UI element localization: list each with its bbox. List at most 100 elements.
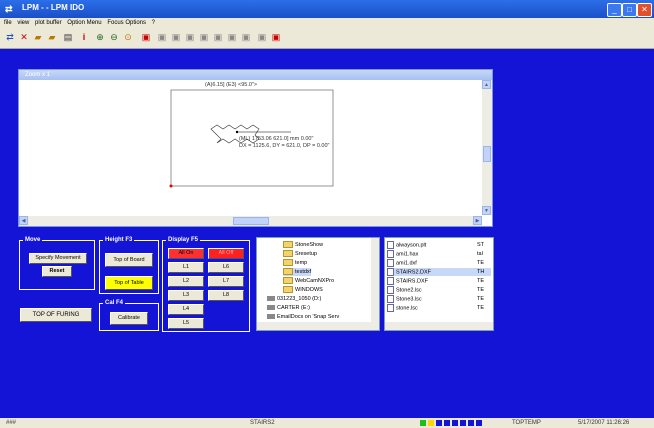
close-button[interactable]: ✕	[637, 3, 652, 17]
layer-8-icon[interactable]: ▣	[256, 31, 268, 43]
arrows-icon[interactable]: ⇄	[4, 31, 16, 43]
layer-7-icon[interactable]: ▣	[240, 31, 252, 43]
status-indicator-green	[420, 420, 426, 426]
tree-item[interactable]: temp	[283, 259, 307, 267]
tree-horizontal-scrollbar[interactable]	[257, 322, 379, 330]
menu-bar: file view plot buffer Option Menu Focus …	[0, 18, 654, 28]
file-item[interactable]: stone.lsc TE	[387, 304, 491, 312]
save-folder-icon[interactable]: ▰	[46, 31, 58, 43]
file-item[interactable]: STAIRS.DXF TE	[387, 277, 491, 285]
file-item[interactable]: ami1.hax tal	[387, 250, 491, 258]
vertical-scrollbar[interactable]: ▲ ▼	[482, 80, 492, 215]
zoom-window[interactable]: Zoom x 1 (A)6.15] (E3) <95.0"> (ML) 1753…	[18, 69, 493, 227]
drive-icon	[267, 305, 275, 311]
specify-movement-button[interactable]: Specify Movement	[29, 253, 87, 264]
tree-item[interactable]: StoneShow	[283, 241, 323, 249]
plot-icon[interactable]: ▤	[62, 31, 74, 43]
status-indicator-blue	[468, 420, 474, 426]
zoom-out-icon[interactable]: ⊖	[108, 31, 120, 43]
top-of-board-button[interactable]: Top of Board	[105, 253, 153, 267]
layer-l5-button[interactable]: L5	[168, 318, 204, 329]
menu-help[interactable]: ?	[152, 18, 155, 28]
top-of-table-button[interactable]: Top of Table	[105, 276, 153, 290]
status-mid: TOPTEMP	[512, 420, 541, 426]
file-icon	[387, 241, 394, 249]
file-item-selected[interactable]: STAIRS2.DXF TH	[387, 268, 491, 276]
status-bar: ### STAIRS2 TOPTEMP 5/17/2007 11:26:26	[0, 418, 654, 428]
layer-2-icon[interactable]: ▣	[170, 31, 182, 43]
title-bar: ⇄ LPM - - LPM IDO _ □ ✕	[0, 0, 654, 18]
file-icon	[387, 268, 394, 276]
layer-l4-button[interactable]: L4	[168, 304, 204, 315]
zoom-in-icon[interactable]: ⊕	[94, 31, 106, 43]
layer-red-icon[interactable]: ▣	[140, 31, 152, 43]
layer-l1-button[interactable]: L1	[168, 262, 204, 273]
zoom-fit-icon[interactable]: ⊙	[122, 31, 134, 43]
scroll-down-arrow[interactable]: ▼	[482, 206, 491, 215]
tree-item[interactable]: WebCamNXPro	[283, 277, 334, 285]
status-indicator-blue	[436, 420, 442, 426]
all-on-button[interactable]: All On	[168, 248, 204, 259]
menu-file[interactable]: file	[4, 18, 12, 28]
move-group: Move Specify Movement Reset	[19, 236, 95, 290]
layer-6-icon[interactable]: ▣	[226, 31, 238, 43]
layer-l7-button[interactable]: L7	[208, 276, 244, 287]
status-indicator-yellow	[428, 420, 434, 426]
maximize-button[interactable]: □	[622, 3, 637, 17]
file-item[interactable]: alwayson.plt ST	[387, 241, 491, 249]
tree-item[interactable]: CARTER (E:)	[267, 304, 310, 312]
reset-button[interactable]: Reset	[42, 266, 72, 277]
layer-l6-button[interactable]: L6	[208, 262, 244, 273]
menu-option-menu[interactable]: Option Menu	[67, 18, 101, 28]
layer-l3-button[interactable]: L3	[168, 290, 204, 301]
calibrate-button[interactable]: Calibrate	[110, 312, 148, 325]
zoom-title: Zoom x 1	[19, 70, 492, 80]
horizontal-scroll-thumb[interactable]	[233, 217, 269, 225]
file-item[interactable]: ami1.dxf TE	[387, 259, 491, 267]
top-of-furing-button[interactable]: TOP OF FURING	[20, 308, 92, 322]
file-item[interactable]: Stone2.lsc TE	[387, 286, 491, 294]
file-horizontal-scrollbar[interactable]	[385, 322, 493, 330]
horizontal-scrollbar[interactable]: ◀ ▶	[19, 216, 482, 226]
scroll-up-arrow[interactable]: ▲	[482, 80, 491, 89]
vertical-scroll-thumb[interactable]	[483, 146, 491, 162]
tree-item[interactable]: WINDOWS	[283, 286, 323, 294]
layer-l8-button[interactable]: L8	[208, 290, 244, 301]
tree-item[interactable]: EmailDocs on 'Snap Serv	[267, 313, 339, 321]
tree-item-selected[interactable]: testdxf	[283, 268, 312, 276]
status-indicator-blue	[476, 420, 482, 426]
file-list[interactable]: alwayson.plt ST ami1.hax tal ami1.dxf TE ST…	[384, 237, 494, 331]
delete-icon[interactable]: ✕	[18, 31, 30, 43]
folder-tree[interactable]: StoneShow Sresetup temp testdxf WebCamNX…	[256, 237, 380, 331]
app-icon: ⇄	[5, 4, 13, 14]
folder-icon	[283, 277, 293, 285]
scroll-left-arrow[interactable]: ◀	[19, 216, 28, 225]
menu-view[interactable]: view	[17, 18, 29, 28]
menu-focus-options[interactable]: Focus Options	[107, 18, 146, 28]
scroll-right-arrow[interactable]: ▶	[473, 216, 482, 225]
layer-l2-button[interactable]: L2	[168, 276, 204, 287]
info-icon[interactable]: i	[78, 31, 90, 43]
open-folder-icon[interactable]: ▰	[32, 31, 44, 43]
minimize-button[interactable]: _	[607, 3, 622, 17]
layer-4-icon[interactable]: ▣	[198, 31, 210, 43]
all-off-button[interactable]: All Off	[208, 248, 244, 259]
layer-5-icon[interactable]: ▣	[212, 31, 224, 43]
file-item[interactable]: Stone3.lsc TE	[387, 295, 491, 303]
layer-stop-icon[interactable]: ▣	[270, 31, 282, 43]
window-title: LPM - - LPM IDO	[22, 3, 85, 12]
status-datetime: 5/17/2007 11:26:26	[578, 420, 630, 426]
tree-item[interactable]: Sresetup	[283, 250, 317, 258]
file-icon	[387, 286, 394, 294]
tree-item[interactable]: 031223_1050 (D:)	[267, 295, 321, 303]
file-icon	[387, 295, 394, 303]
measure-point	[235, 130, 239, 134]
move-group-label: Move	[23, 236, 43, 245]
menu-plot-buffer[interactable]: plot buffer	[35, 18, 62, 28]
file-icon	[387, 259, 394, 267]
layer-3-icon[interactable]: ▣	[184, 31, 196, 43]
file-icon	[387, 304, 394, 312]
tree-vertical-scrollbar[interactable]	[371, 238, 379, 322]
file-icon	[387, 250, 394, 258]
layer-1-icon[interactable]: ▣	[156, 31, 168, 43]
